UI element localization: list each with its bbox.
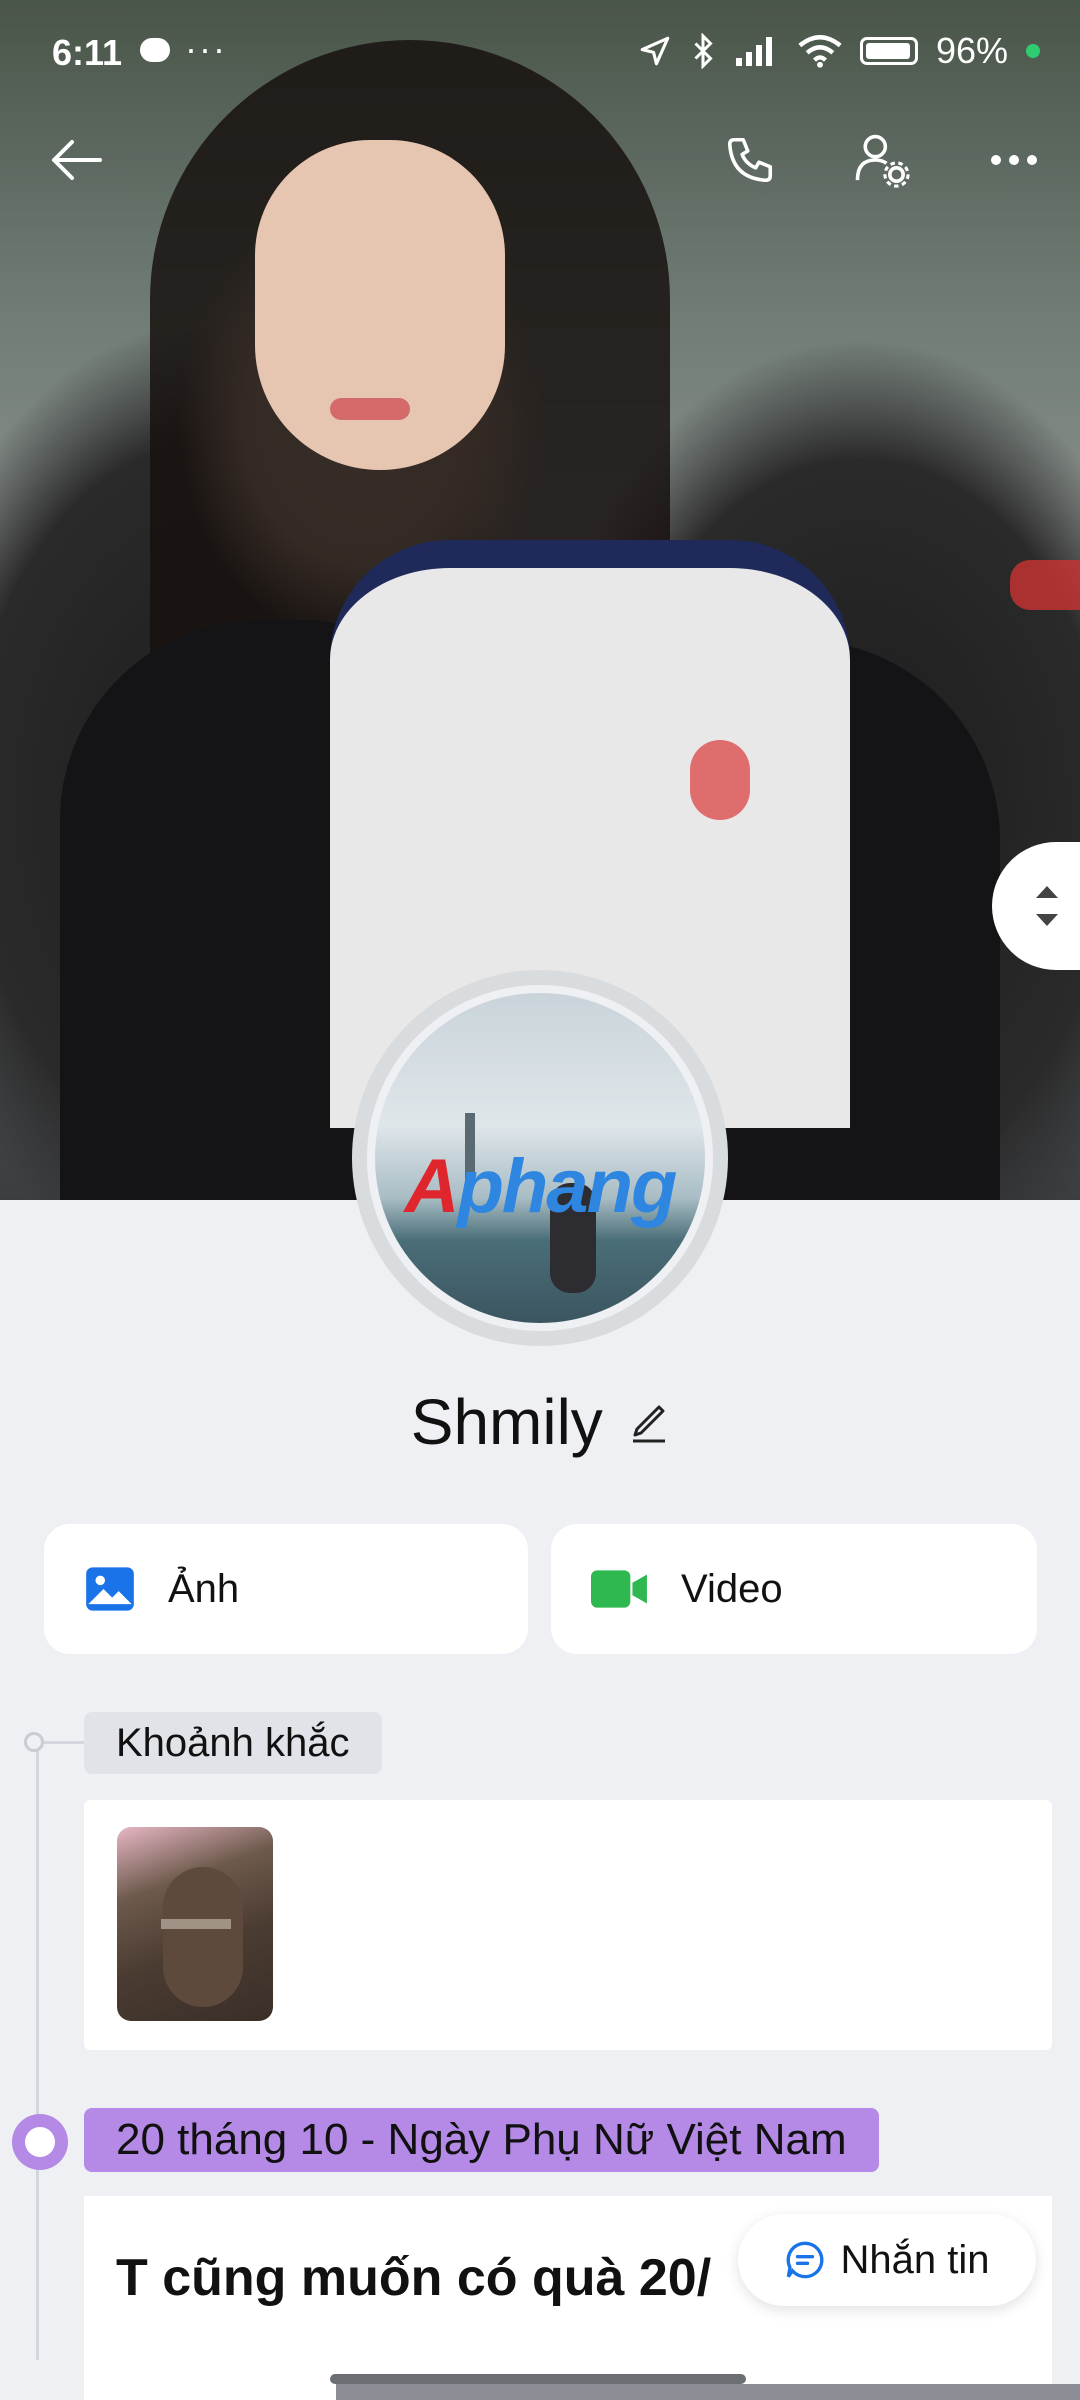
cover-shirt-logo bbox=[690, 740, 750, 820]
home-indicator[interactable] bbox=[330, 2374, 746, 2384]
chat-icon bbox=[785, 2240, 825, 2280]
event-label: 20 tháng 10 - Ngày Phụ Nữ Việt Nam bbox=[84, 2108, 879, 2172]
bottom-scrollbar bbox=[336, 2384, 1080, 2400]
timeline-connector bbox=[44, 1741, 84, 1744]
videos-button[interactable]: Video bbox=[551, 1524, 1037, 1654]
profile-settings-button[interactable] bbox=[842, 120, 922, 200]
video-camera-icon bbox=[591, 1567, 649, 1611]
more-options-button[interactable] bbox=[974, 120, 1054, 200]
signal-icon bbox=[735, 37, 772, 66]
event-badge-icon bbox=[12, 2114, 68, 2170]
status-right: 96% bbox=[638, 30, 1040, 72]
call-button[interactable] bbox=[710, 120, 790, 200]
status-time: 6:11 bbox=[52, 32, 123, 73]
videos-label: Video bbox=[681, 1566, 783, 1611]
scroll-arrows-icon bbox=[1036, 886, 1058, 926]
message-notification-icon bbox=[140, 38, 170, 62]
profile-name-row: Shmily bbox=[0, 1385, 1080, 1459]
post-text: T cũng muốn có quà 20/ bbox=[116, 2249, 712, 2307]
edit-pencil-icon[interactable] bbox=[629, 1397, 669, 1448]
top-action-bar bbox=[0, 120, 1080, 200]
timeline-dot bbox=[24, 1732, 44, 1752]
message-button[interactable]: Nhắn tin bbox=[738, 2214, 1036, 2306]
message-label: Nhắn tin bbox=[840, 2237, 990, 2282]
privacy-indicator-dot bbox=[1026, 44, 1040, 58]
timeline-line bbox=[36, 1740, 39, 2360]
moment-thumbnail[interactable] bbox=[117, 1827, 273, 2021]
photos-button[interactable]: Ảnh bbox=[44, 1524, 528, 1654]
more-notifications: ··· bbox=[185, 28, 227, 69]
back-arrow-icon bbox=[52, 140, 102, 180]
phone-icon bbox=[727, 137, 773, 183]
thumbnail-caption bbox=[161, 1919, 231, 1929]
more-icon bbox=[991, 155, 1037, 165]
battery-percent: 96% bbox=[935, 30, 1008, 71]
cover-lips bbox=[330, 398, 410, 420]
status-bar: 6:11 ··· 96% bbox=[0, 0, 1080, 110]
battery-icon bbox=[859, 37, 918, 65]
cover-car-taillight bbox=[1010, 560, 1080, 610]
user-settings-icon bbox=[855, 134, 910, 188]
photos-label: Ảnh bbox=[168, 1566, 240, 1611]
wifi-icon bbox=[798, 35, 842, 68]
back-button[interactable] bbox=[36, 120, 116, 200]
moments-label: Khoảnh khắc bbox=[84, 1712, 382, 1774]
profile-name: Shmily bbox=[410, 1386, 603, 1458]
avatar-watermark: Aphang bbox=[404, 1144, 678, 1229]
bluetooth-icon bbox=[694, 33, 713, 69]
moments-card bbox=[84, 1800, 1052, 2050]
thumbnail-figure bbox=[163, 1867, 243, 2007]
avatar[interactable]: Aphang bbox=[367, 985, 713, 1331]
photo-icon bbox=[84, 1563, 136, 1615]
avatar-ring[interactable]: Aphang bbox=[352, 970, 728, 1346]
location-icon bbox=[640, 36, 670, 66]
